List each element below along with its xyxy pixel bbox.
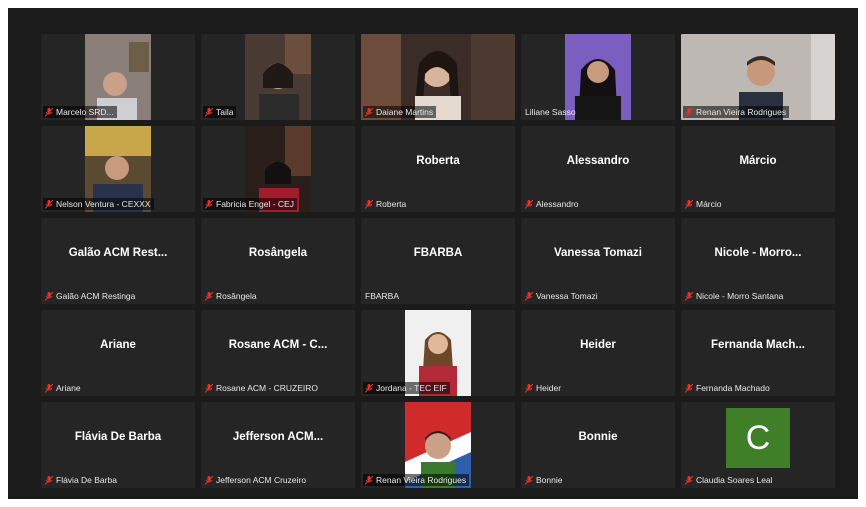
microphone-muted-icon [205,107,213,117]
participant-name-label: Jordana - TEC EIF [363,382,450,394]
participant-name-label: Taila [203,106,237,118]
participant-tile[interactable]: Flávia De Barba Flávia De Barba [41,402,195,488]
microphone-muted-icon [685,383,693,393]
participant-name-label: Roberta [363,198,409,210]
participant-name-label: Nicole - Morro Santana [683,290,786,302]
gallery-grid: Marcelo SRD... Taila Daiane Martins Lili… [41,34,841,494]
microphone-muted-icon [525,475,533,485]
participant-tile[interactable]: Renan Vieira Rodrigues [361,402,515,488]
participant-tile[interactable]: Roberta Roberta [361,126,515,212]
participant-display-name: Fernanda Mach... [711,339,805,351]
microphone-muted-icon [45,383,53,393]
participant-tile[interactable]: Nelson Ventura - CEXXX [41,126,195,212]
meeting-window: Marcelo SRD... Taila Daiane Martins Lili… [8,8,858,499]
microphone-muted-icon [45,475,53,485]
microphone-muted-icon [685,107,693,117]
microphone-muted-icon [205,199,213,209]
participant-name-label: Heider [523,382,564,394]
participant-name-label: Rosângela [203,290,260,302]
participant-tile[interactable]: Vanessa Tomazi Vanessa Tomazi [521,218,675,304]
participant-name-label: Fabricia Engel - CEJ [203,198,297,210]
participant-name-label: Claudia Soares Leal [683,474,776,486]
participant-tile[interactable]: Rosane ACM - C... Rosane ACM - CRUZEIRO [201,310,355,396]
microphone-muted-icon [45,107,53,117]
participant-name-label: FBARBA [365,291,400,301]
participant-tile[interactable]: Fernanda Mach... Fernanda Machado [681,310,835,396]
participant-display-name: Galão ACM Rest... [68,247,168,259]
participant-display-name: Ariane [100,339,136,351]
participant-name-label: Flávia De Barba [43,474,120,486]
microphone-muted-icon [365,383,373,393]
participant-tile[interactable]: Rosângela Rosângela [201,218,355,304]
participant-display-name: Roberta [416,155,460,167]
participant-name-label: Jefferson ACM Cruzeiro [203,474,309,486]
participant-tile[interactable]: Daiane Martins [361,34,515,120]
microphone-muted-icon [205,475,213,485]
participant-name-label: Alessandro [523,198,582,210]
microphone-muted-icon [205,383,213,393]
participant-tile[interactable]: Fabricia Engel - CEJ [201,126,355,212]
microphone-muted-icon [45,291,53,301]
participant-display-name: Nicole - Morro... [714,247,802,259]
participant-name-label: Ariane [43,382,84,394]
participant-name-label: Renan Vieira Rodrigues [363,474,470,486]
participant-tile[interactable]: Renan Vieira Rodrigues [681,34,835,120]
participant-display-name: Alessandro [566,155,630,167]
participant-name-label: Bonnie [523,474,565,486]
participant-tile[interactable]: FBARBA FBARBA [361,218,515,304]
participant-display-name: Heider [580,339,616,351]
microphone-muted-icon [525,291,533,301]
participant-display-name: Bonnie [578,431,618,443]
participant-tile[interactable]: Alessandro Alessandro [521,126,675,212]
participant-display-name: Márcio [739,155,777,167]
microphone-muted-icon [525,383,533,393]
participant-display-name: Jefferson ACM... [232,431,324,443]
participant-tile[interactable]: Jordana - TEC EIF [361,310,515,396]
participant-tile[interactable]: Heider Heider [521,310,675,396]
participant-tile[interactable]: Taila [201,34,355,120]
microphone-muted-icon [365,199,373,209]
microphone-muted-icon [525,199,533,209]
microphone-muted-icon [685,291,693,301]
participant-tile[interactable]: Nicole - Morro... Nicole - Morro Santana [681,218,835,304]
participant-display-name: FBARBA [413,247,463,259]
participant-name-label: Nelson Ventura - CEXXX [43,198,154,210]
participant-name-label: Liliane Sasso [525,107,576,117]
participant-name-label: Márcio [683,198,725,210]
avatar: C [726,408,790,468]
participant-tile[interactable]: C Claudia Soares Leal [681,402,835,488]
participant-video [245,34,311,120]
participant-name-label: Fernanda Machado [683,382,773,394]
microphone-muted-icon [365,107,373,117]
microphone-muted-icon [365,475,373,485]
participant-display-name: Vanessa Tomazi [554,247,642,259]
participant-tile[interactable]: Galão ACM Rest... Galão ACM Restinga [41,218,195,304]
participant-tile[interactable]: Marcelo SRD... [41,34,195,120]
microphone-muted-icon [685,475,693,485]
microphone-muted-icon [685,199,693,209]
participant-name-label: Vanessa Tomazi [523,290,601,302]
participant-display-name: Flávia De Barba [74,431,162,443]
participant-display-name: Rosângela [248,247,308,259]
microphone-muted-icon [205,291,213,301]
participant-name-label: Rosane ACM - CRUZEIRO [203,382,321,394]
participant-tile[interactable]: Márcio Márcio [681,126,835,212]
participant-tile[interactable]: Liliane Sasso [521,34,675,120]
participant-name-label: Daiane Martins [363,106,437,118]
microphone-muted-icon [45,199,53,209]
participant-tile[interactable]: Ariane Ariane [41,310,195,396]
participant-tile[interactable]: Bonnie Bonnie [521,402,675,488]
participant-tile[interactable]: Jefferson ACM... Jefferson ACM Cruzeiro [201,402,355,488]
participant-name-label: Marcelo SRD... [43,106,117,118]
participant-display-name: Rosane ACM - C... [228,339,328,351]
participant-name-label: Galão ACM Restinga [43,290,138,302]
participant-name-label: Renan Vieira Rodrigues [683,106,790,118]
